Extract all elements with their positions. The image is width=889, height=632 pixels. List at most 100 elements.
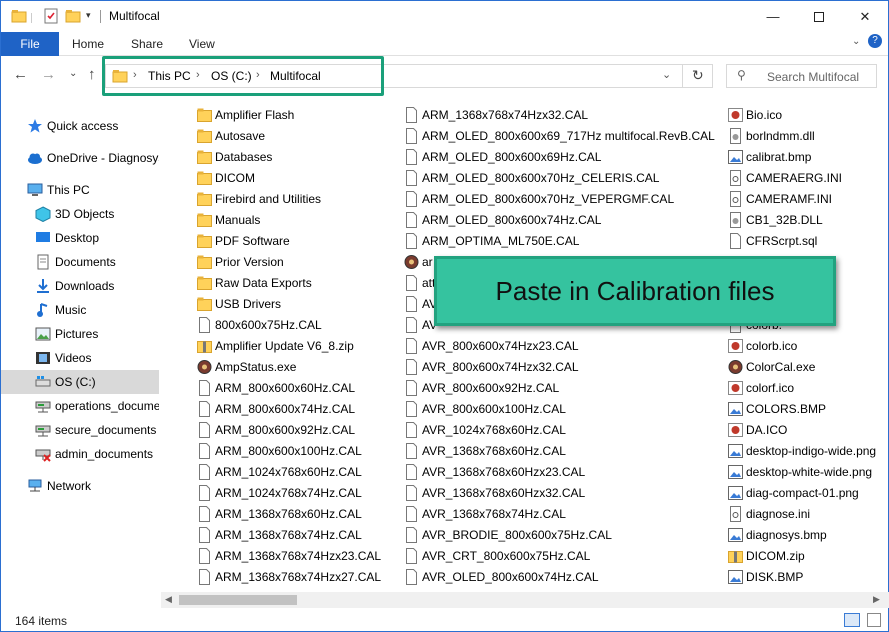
file-item[interactable]: AVR_800x600x100Hz.CAL [404, 399, 604, 420]
folder-item[interactable]: DICOM [197, 168, 397, 189]
folder-item[interactable]: Firebird and Utilities [197, 189, 397, 210]
file-item[interactable]: ColorCal.exe [728, 357, 889, 378]
folder-item[interactable]: Autosave [197, 126, 397, 147]
file-item[interactable]: AVR_1024x768x60Hz.CAL [404, 420, 604, 441]
file-item[interactable]: ARM_800x600x74Hz.CAL [197, 399, 397, 420]
file-item[interactable]: ARM_1024x768x74Hz.CAL [197, 483, 397, 504]
file-item[interactable]: ARM_800x600x100Hz.CAL [197, 441, 397, 462]
file-item[interactable]: AmpStatus.exe [197, 357, 397, 378]
folder-item[interactable]: Raw Data Exports [197, 273, 397, 294]
nav-item-documents[interactable]: Documents [1, 250, 159, 274]
maximize-button[interactable] [796, 1, 842, 32]
file-item[interactable]: DA.ICO [728, 420, 889, 441]
nav-item-desktop[interactable]: Desktop [1, 226, 159, 250]
file-item[interactable]: desktop-indigo-wide.png [728, 441, 889, 462]
file-item[interactable]: ARM_OLED_800x600x74Hz.CAL [404, 210, 604, 231]
file-item[interactable]: CAMERAMF.INI [728, 189, 889, 210]
file-item[interactable]: ARM_1368x768x74Hzx27.CAL [197, 567, 397, 588]
file-item[interactable]: ARM_OLED_800x600x70Hz_VEPERGMF.CAL [404, 189, 674, 210]
file-item[interactable]: CB1_32B.DLL [728, 210, 889, 231]
chevron-down-icon[interactable]: ⌄ [662, 68, 671, 81]
file-item[interactable]: borlndmm.dll [728, 126, 889, 147]
file-item[interactable]: AVR_OLED_800x600x74Hz.CAL [404, 567, 604, 588]
scroll-right-icon[interactable]: ▶ [873, 594, 880, 605]
tab-file[interactable]: File [1, 32, 59, 56]
nav-item-admin-documents[interactable]: admin_documents [1, 442, 159, 466]
details-view-icon[interactable] [844, 613, 860, 627]
file-item[interactable]: ARM_OLED_800x600x69Hz.CAL [404, 147, 604, 168]
file-item[interactable]: AVR_CRT_800x600x75Hz.CAL [404, 546, 604, 567]
file-item[interactable]: diagnose.ini [728, 504, 889, 525]
nav-item-videos[interactable]: Videos [1, 346, 159, 370]
file-item[interactable]: diag-compact-01.png [728, 483, 889, 504]
folder-item[interactable]: USB Drivers [197, 294, 397, 315]
file-item[interactable]: AVR_1368x768x60Hz.CAL [404, 441, 604, 462]
nav-item-onedrive-diagnosys[interactable]: OneDrive - Diagnosys [1, 146, 159, 170]
file-item[interactable]: DICOM.zip [728, 546, 889, 567]
horizontal-scrollbar[interactable]: ◀ ▶ [161, 592, 889, 608]
new-folder-icon[interactable] [65, 8, 81, 24]
file-item[interactable]: AVR_BRODIE_800x600x75Hz.CAL [404, 525, 612, 546]
file-item[interactable]: ARM_1368x768x74Hz.CAL [197, 525, 397, 546]
file-item[interactable]: 800x600x75Hz.CAL [197, 315, 397, 336]
file-item[interactable]: ARM_800x600x60Hz.CAL [197, 378, 397, 399]
folder-item[interactable]: Amplifier Flash [197, 105, 397, 126]
nav-item-network[interactable]: Network [1, 474, 159, 498]
file-item[interactable]: AVR_800x600x74Hzx32.CAL [404, 357, 604, 378]
folder-item[interactable]: Databases [197, 147, 397, 168]
file-item[interactable]: CAMERAERG.INI [728, 168, 889, 189]
help-icon[interactable]: ? [868, 34, 882, 48]
file-item[interactable]: colorf.ico [728, 378, 889, 399]
nav-item-secure-documents[interactable]: secure_documents [1, 418, 159, 442]
nav-item-3d-objects[interactable]: 3D Objects [1, 202, 159, 226]
tab-view[interactable]: View [189, 37, 215, 51]
file-item[interactable]: calibrat.bmp [728, 147, 889, 168]
up-arrow-icon[interactable]: ↑ [88, 66, 96, 83]
file-item[interactable]: Bio.ico [728, 105, 889, 126]
file-item[interactable]: diagnosys.bmp [728, 525, 889, 546]
folder-item[interactable]: PDF Software [197, 231, 397, 252]
nav-item-music[interactable]: Music [1, 298, 159, 322]
nav-item-os-c[interactable]: OS (C:) [1, 370, 159, 394]
minimize-button[interactable]: — [750, 1, 796, 32]
file-item[interactable]: ARM_1368x768x60Hz.CAL [197, 504, 397, 525]
back-arrow-icon[interactable]: ← [13, 66, 28, 83]
file-item[interactable]: ARM_OLED_800x600x70Hz_CELERIS.CAL [404, 168, 659, 189]
file-item[interactable]: AVR_800x600x92Hz.CAL [404, 378, 604, 399]
nav-item-pictures[interactable]: Pictures [1, 322, 159, 346]
file-item[interactable]: ARM_1368x768x74Hzx32.CAL [404, 105, 604, 126]
properties-icon[interactable] [43, 8, 59, 24]
tab-home[interactable]: Home [72, 37, 104, 51]
file-item[interactable]: AVR_1368x768x60Hzx23.CAL [404, 462, 604, 483]
nav-item-operations-documents[interactable]: operations_documents [1, 394, 159, 418]
file-item[interactable]: colorb.ico [728, 336, 889, 357]
file-item[interactable]: Amplifier Update V6_8.zip [197, 336, 397, 357]
file-item[interactable]: DISK.BMP [728, 567, 889, 588]
file-item[interactable]: CFRScrpt.sql [728, 231, 889, 252]
scroll-left-icon[interactable]: ◀ [165, 594, 172, 605]
large-icons-view-icon[interactable] [867, 613, 881, 627]
recent-locations-icon[interactable]: ⌄ [69, 68, 77, 79]
nav-item-quick-access[interactable]: Quick access [1, 114, 159, 138]
folder-item[interactable]: Prior Version [197, 252, 397, 273]
nav-item-downloads[interactable]: Downloads [1, 274, 159, 298]
tab-share[interactable]: Share [131, 37, 163, 51]
chevron-down-icon[interactable]: ⌄ [852, 36, 860, 47]
refresh-icon[interactable]: ↻ [692, 67, 704, 84]
file-item[interactable]: COLORS.BMP [728, 399, 889, 420]
file-item[interactable]: ARM_OPTIMA_ML750E.CAL [404, 231, 604, 252]
file-item[interactable]: ARM_1368x768x74Hzx23.CAL [197, 546, 397, 567]
nav-item-this-pc[interactable]: This PC [1, 178, 159, 202]
file-item[interactable]: ARM_1024x768x60Hz.CAL [197, 462, 397, 483]
file-item[interactable]: desktop-white-wide.png [728, 462, 889, 483]
file-item[interactable]: AVR_1368x768x60Hzx32.CAL [404, 483, 604, 504]
search-input[interactable]: ⚲ Search Multifocal [726, 64, 877, 88]
file-item[interactable]: ARM_800x600x92Hz.CAL [197, 420, 397, 441]
close-button[interactable]: ✕ [842, 1, 888, 32]
file-item[interactable]: ARM_OLED_800x600x69_717Hz multifocal.Rev… [404, 126, 715, 147]
file-item[interactable]: AVR_1368x768x74Hz.CAL [404, 504, 604, 525]
forward-arrow-icon[interactable]: → [41, 66, 56, 83]
scrollbar-thumb[interactable] [179, 595, 297, 605]
folder-item[interactable]: Manuals [197, 210, 397, 231]
file-item[interactable]: AVR_800x600x74Hzx23.CAL [404, 336, 604, 357]
